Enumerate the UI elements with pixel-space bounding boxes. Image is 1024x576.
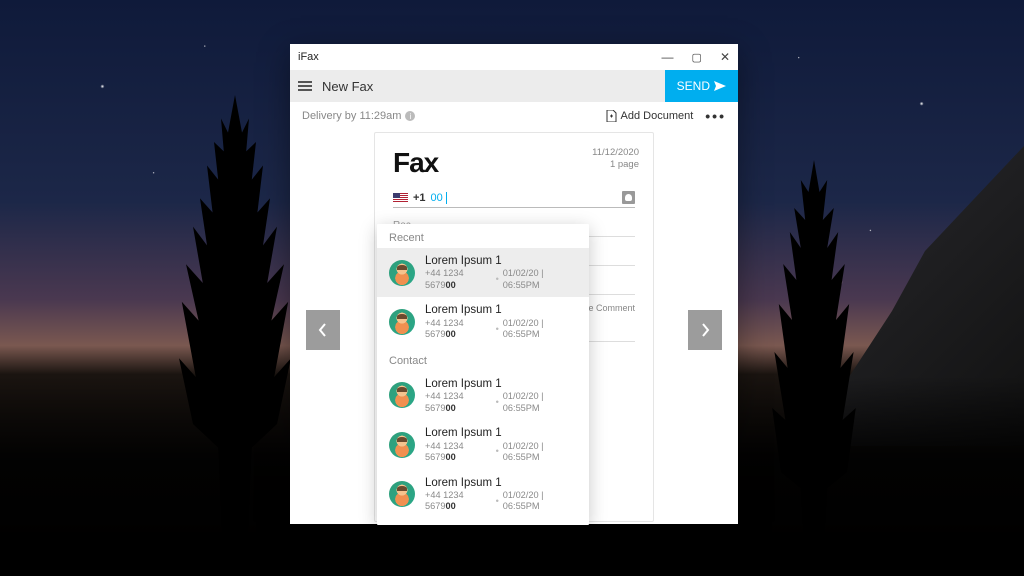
avatar-icon xyxy=(389,481,415,507)
fax-page-count: 1 page xyxy=(592,159,639,171)
dropdown-item[interactable]: Lorem Ipsum 1+44 1234 567900•01/02/20 | … xyxy=(377,371,589,420)
dropdown-item[interactable]: Lorem Ipsum 1+44 1234 567900•01/02/20 | … xyxy=(377,248,589,297)
maximize-button[interactable]: ▢ xyxy=(692,51,702,64)
send-button-label: SEND xyxy=(677,79,710,93)
contact-name: Lorem Ipsum 1 xyxy=(425,303,577,317)
delivery-time: Delivery by 11:29am xyxy=(302,110,401,122)
dropdown-item[interactable]: Lorem Ipsum 1+44 1234 567900•01/02/20 | … xyxy=(377,420,589,469)
dropdown-section-label: Recent xyxy=(377,224,589,248)
page-title: New Fax xyxy=(322,79,373,94)
dropdown-item[interactable]: Lorem Ipsum 1+44 1234 567900•01/02/20 | … xyxy=(377,470,589,519)
more-icon[interactable]: ••• xyxy=(705,108,726,124)
window-title: iFax xyxy=(298,51,319,63)
add-document-label: Add Document xyxy=(621,110,694,122)
send-button[interactable]: SEND xyxy=(665,70,738,102)
flag-icon[interactable] xyxy=(393,193,408,203)
avatar-icon xyxy=(389,382,415,408)
phone-input[interactable]: 00 xyxy=(431,192,622,204)
send-icon xyxy=(714,81,726,91)
contact-detail: +44 1234 567900•01/02/20 | 06:55PM xyxy=(425,490,577,513)
next-page-button[interactable] xyxy=(688,310,722,350)
toolbar: Delivery by 11:29am i Add Document ••• xyxy=(290,102,738,130)
avatar-icon xyxy=(389,309,415,335)
contact-detail: +44 1234 567900•01/02/20 | 06:55PM xyxy=(425,268,577,291)
contact-detail: +44 1234 567900•01/02/20 | 06:55PM xyxy=(425,391,577,414)
add-document-button[interactable]: Add Document xyxy=(606,110,694,122)
avatar-icon xyxy=(389,432,415,458)
autocomplete-dropdown: RecentLorem Ipsum 1+44 1234 567900•01/02… xyxy=(377,224,589,525)
info-icon[interactable]: i xyxy=(405,111,415,121)
dropdown-item[interactable]: Lorem Ipsum 1+44 1234 567900•01/02/20 | … xyxy=(377,297,589,346)
phone-input-row[interactable]: +1 00 xyxy=(393,191,635,208)
contact-name: Lorem Ipsum 1 xyxy=(425,254,577,268)
minimize-button[interactable]: ― xyxy=(662,50,674,64)
contact-name: Lorem Ipsum 1 xyxy=(425,476,577,490)
fax-date: 11/12/2020 xyxy=(592,147,639,159)
contact-detail: +44 1234 567900•01/02/20 | 06:55PM xyxy=(425,441,577,464)
header: New Fax SEND xyxy=(290,70,738,102)
comment-label: se Comment xyxy=(584,303,635,313)
contact-name: Lorem Ipsum 1 xyxy=(425,377,577,391)
address-book-icon[interactable] xyxy=(622,191,635,204)
menu-icon[interactable] xyxy=(298,81,312,91)
close-button[interactable]: ✕ xyxy=(720,50,730,64)
document-icon xyxy=(606,110,617,122)
prev-page-button[interactable] xyxy=(306,310,340,350)
titlebar: iFax ― ▢ ✕ xyxy=(290,44,738,70)
avatar-icon xyxy=(389,260,415,286)
dropdown-section-label: Contact xyxy=(377,347,589,371)
contact-name: Lorem Ipsum 1 xyxy=(425,426,577,440)
country-code: +1 xyxy=(413,192,426,204)
app-window: iFax ― ▢ ✕ New Fax SEND Delivery by 11:2… xyxy=(290,44,738,524)
contact-detail: +44 1234 567900•01/02/20 | 06:55PM xyxy=(425,318,577,341)
